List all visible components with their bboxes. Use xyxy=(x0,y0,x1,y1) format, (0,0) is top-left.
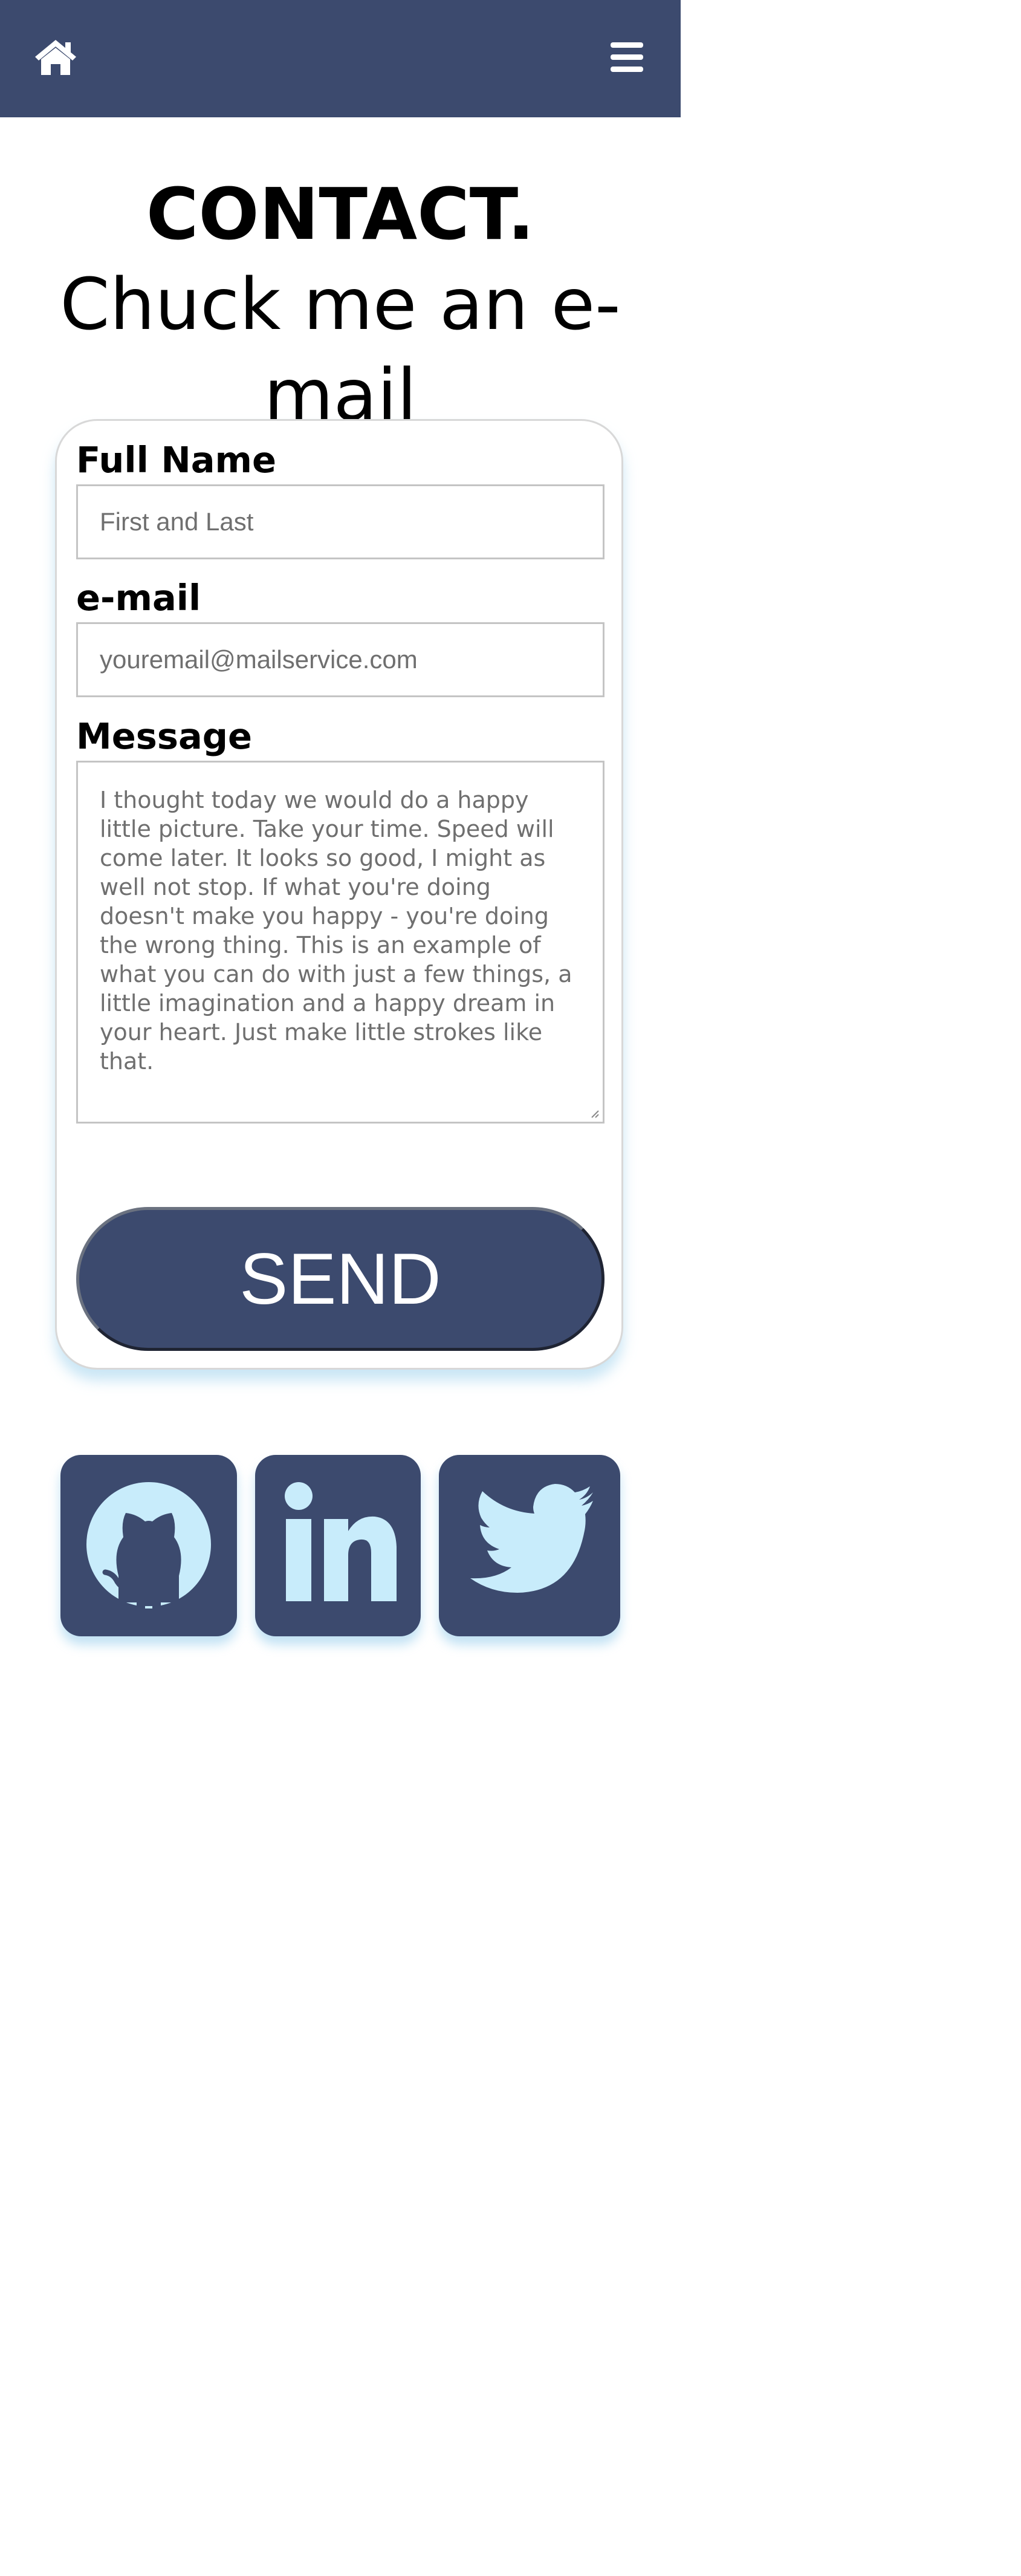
full-name-input[interactable] xyxy=(76,484,604,559)
github-icon xyxy=(86,1482,211,1608)
message-textarea[interactable]: I thought today we would do a happy litt… xyxy=(76,761,604,1124)
twitter-link[interactable] xyxy=(439,1455,620,1636)
message-placeholder: I thought today we would do a happy litt… xyxy=(100,787,572,1075)
full-name-label: Full Name xyxy=(76,439,277,481)
resize-grip-icon[interactable] xyxy=(591,1110,599,1118)
github-link[interactable] xyxy=(60,1455,237,1636)
message-label: Message xyxy=(76,715,253,757)
linkedin-icon xyxy=(285,1482,397,1601)
top-navbar xyxy=(0,0,681,117)
menu-button[interactable] xyxy=(609,41,644,74)
home-button[interactable] xyxy=(34,37,77,76)
twitter-icon xyxy=(470,1484,593,1593)
hamburger-menu-icon xyxy=(611,42,643,72)
send-button[interactable]: SEND xyxy=(76,1207,604,1351)
linkedin-link[interactable] xyxy=(255,1455,421,1636)
email-label: e-mail xyxy=(76,577,201,619)
page-subtitle: Chuck me an e-mail xyxy=(60,262,621,437)
page-title: CONTACT. xyxy=(146,172,535,256)
home-icon xyxy=(35,40,76,75)
page: CONTACT. Chuck me an e-mail Full Name e-… xyxy=(0,0,681,2576)
page-heading: CONTACT. Chuck me an e-mail xyxy=(0,169,681,440)
email-input[interactable] xyxy=(76,622,604,697)
